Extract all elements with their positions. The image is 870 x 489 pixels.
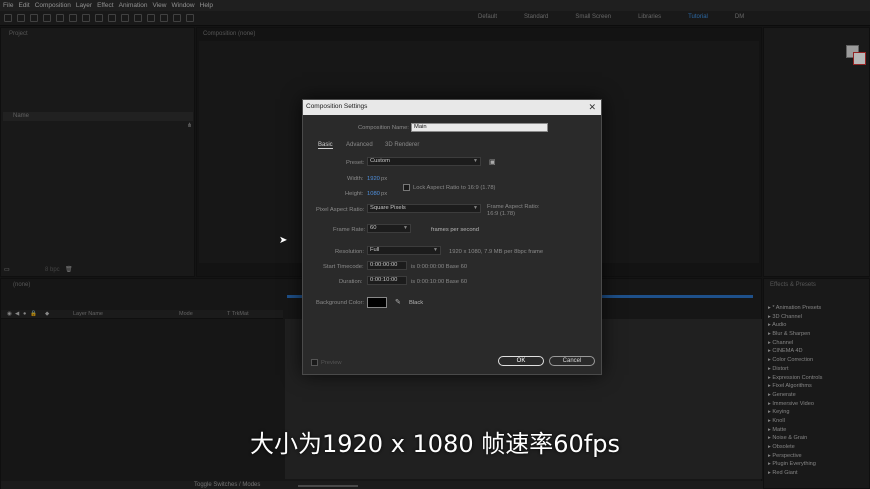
dialog-title-bar: Composition Settings ✕ — [303, 100, 601, 115]
chevron-down-icon: ▼ — [433, 247, 438, 253]
bg-color-label: Background Color: — [316, 300, 365, 306]
composition-settings-dialog: Composition Settings ✕ Composition Name:… — [302, 99, 602, 375]
height-unit: px — [381, 191, 388, 197]
close-icon[interactable]: ✕ — [588, 102, 596, 112]
resolution-info: 1920 x 1080, 7.9 MB per 8bpc frame — [449, 249, 544, 255]
preview-checkbox[interactable] — [311, 359, 318, 366]
duration-info: is 0:00:10:00 Base 60 — [411, 279, 468, 285]
lock-aspect-label: Lock Aspect Ratio to 16:9 (1.78) — [413, 185, 496, 191]
mouse-cursor-icon: ➤ — [279, 235, 288, 246]
height-value[interactable]: 1080 — [367, 191, 380, 197]
comp-name-input[interactable]: Main — [411, 123, 548, 132]
lock-aspect-checkbox[interactable] — [403, 184, 410, 191]
frame-aspect-label: Frame Aspect Ratio: — [487, 204, 540, 210]
frame-rate-input[interactable]: 60 ▼ — [367, 224, 411, 233]
chevron-down-icon: ▼ — [403, 225, 408, 231]
duration-label: Duration: — [339, 279, 363, 285]
width-label: Width: — [347, 176, 364, 182]
preset-select[interactable]: Custom ▼ — [367, 157, 481, 166]
bg-color-swatch[interactable] — [367, 297, 387, 308]
chevron-down-icon: ▼ — [473, 158, 478, 164]
resolution-select[interactable]: Full ▼ — [367, 246, 441, 255]
width-value[interactable]: 1920 — [367, 176, 380, 182]
frame-aspect-value: 16:9 (1.78) — [487, 211, 516, 217]
duration-input[interactable]: 0:00:10:00 — [367, 276, 407, 285]
frame-rate-unit: frames per second — [431, 227, 480, 233]
chevron-down-icon: ▼ — [473, 205, 478, 211]
video-subtitle: 大小为1920 x 1080 帧速率60fps — [250, 430, 620, 458]
start-timecode-input[interactable]: 0:00:00:00 — [367, 261, 407, 270]
preset-label: Preset: — [346, 160, 365, 166]
start-timecode-info: is 0:00:00:00 Base 60 — [411, 264, 468, 270]
comp-name-label: Composition Name: — [358, 125, 409, 131]
resolution-label: Resolution: — [335, 249, 365, 255]
pixel-aspect-label: Pixel Aspect Ratio: — [316, 207, 365, 213]
tab-advanced[interactable]: Advanced — [346, 142, 373, 148]
cancel-button[interactable]: Cancel — [549, 356, 595, 366]
bg-color-name: Black — [409, 300, 424, 306]
frame-rate-label: Frame Rate: — [333, 227, 366, 233]
height-label: Height: — [345, 191, 364, 197]
dialog-title: Composition Settings — [306, 103, 368, 110]
preview-label: Preview — [321, 360, 342, 366]
width-unit: px — [381, 176, 388, 182]
start-timecode-label: Start Timecode: — [323, 264, 364, 270]
save-preset-icon[interactable]: ▣ — [489, 158, 496, 166]
eyedropper-icon[interactable]: ✎ — [395, 298, 401, 306]
tab-3d-renderer[interactable]: 3D Renderer — [385, 142, 419, 148]
ok-button[interactable]: OK — [498, 356, 544, 366]
tab-basic[interactable]: Basic — [318, 142, 333, 149]
pixel-aspect-select[interactable]: Square Pixels ▼ — [367, 204, 481, 213]
